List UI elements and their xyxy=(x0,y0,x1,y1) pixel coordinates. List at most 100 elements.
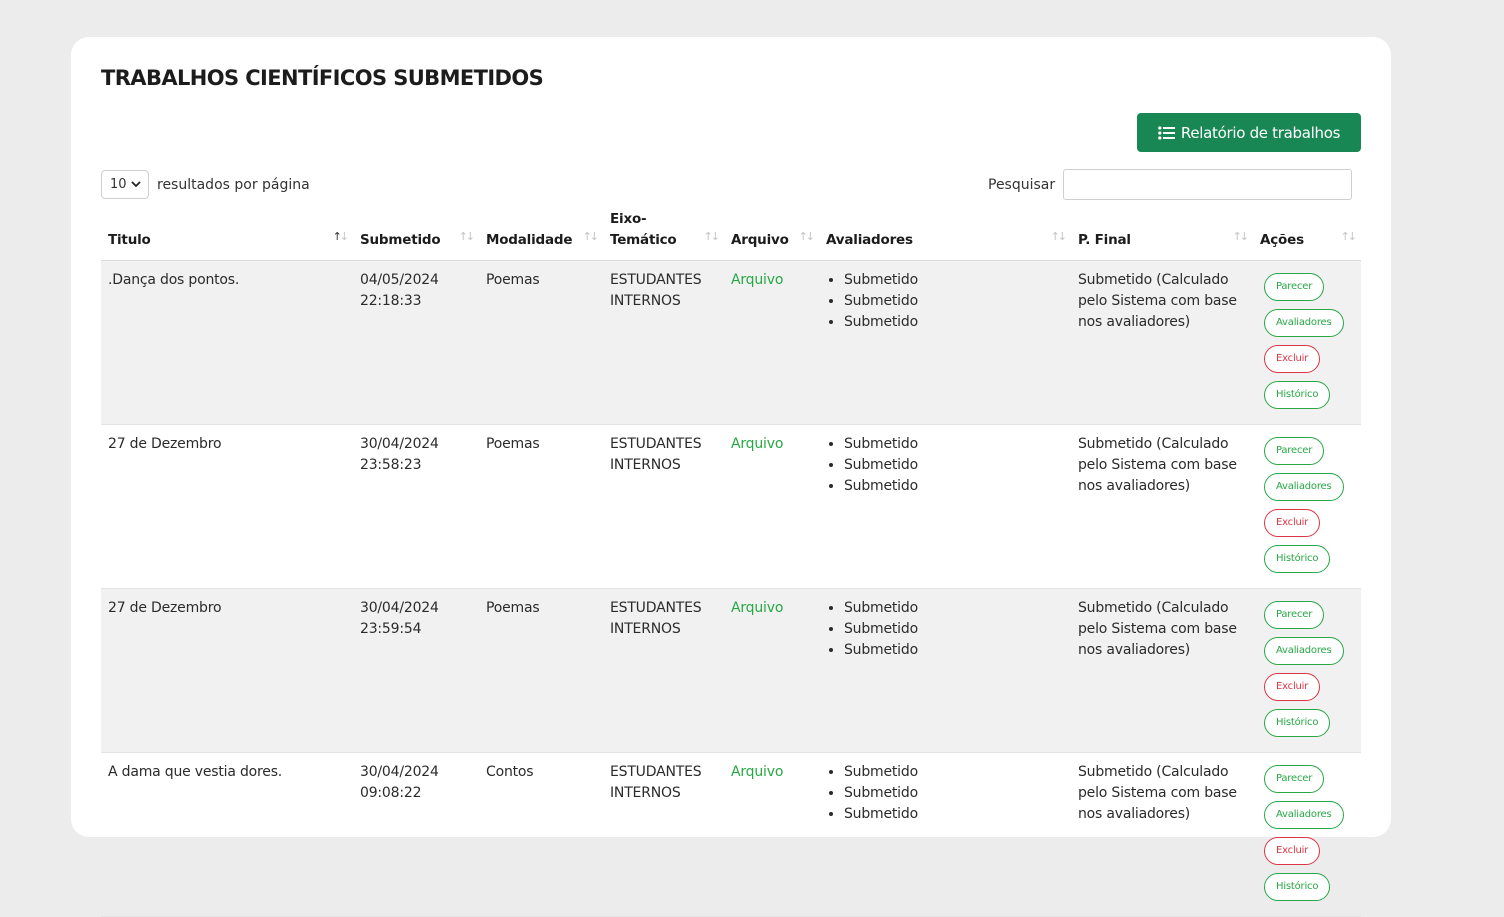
cell-eixo: ESTUDANTES INTERNOS xyxy=(603,752,724,917)
reviewer-status: Submetido xyxy=(844,598,1064,619)
column-header-label: Avaliadores xyxy=(826,232,913,248)
cell-submetido: 30/04/2024 23:59:54 xyxy=(353,588,479,753)
cell-avaliadores: Submetido Submetido Submetido xyxy=(819,588,1071,753)
historico-button[interactable]: Histórico xyxy=(1264,873,1331,901)
cell-eixo: ESTUDANTES INTERNOS xyxy=(603,424,724,589)
submitted-time: 09:08:22 xyxy=(360,785,422,801)
table-row: .Dança dos pontos. 04/05/2024 22:18:33 Po… xyxy=(101,260,1361,425)
eixo-line: ESTUDANTES xyxy=(610,600,702,616)
parecer-button[interactable]: Parecer xyxy=(1264,601,1325,629)
submitted-time: 23:59:54 xyxy=(360,621,422,637)
cell-p-final: Submetido (Calculado pelo Sistema com ba… xyxy=(1071,752,1253,917)
excluir-button[interactable]: Excluir xyxy=(1264,837,1321,865)
historico-button[interactable]: Histórico xyxy=(1264,545,1331,573)
excluir-button[interactable]: Excluir xyxy=(1264,345,1321,373)
actions-group: Parecer Avaliadores Excluir Histórico xyxy=(1260,762,1354,901)
column-header-label: Modalidade xyxy=(486,232,573,248)
column-header-modalidade[interactable]: Modalidade ↑↓ xyxy=(479,209,603,261)
column-header-label: Titulo xyxy=(108,232,151,248)
report-button-label: Relatório de trabalhos xyxy=(1180,123,1341,142)
cell-avaliadores: Submetido Submetido Submetido xyxy=(819,424,1071,589)
search-label: Pesquisar xyxy=(988,176,1056,193)
sort-asc-icon: ↑↓ xyxy=(332,230,350,243)
cell-avaliadores: Submetido Submetido Submetido xyxy=(819,260,1071,425)
reviewer-status: Submetido xyxy=(844,783,1064,804)
submitted-time: 23:58:23 xyxy=(360,457,422,473)
reviewer-list: Submetido Submetido Submetido xyxy=(826,434,1064,497)
page-title: TRABALHOS CIENTÍFICOS SUBMETIDOS xyxy=(101,66,544,90)
column-header-arquivo[interactable]: Arquivo ↑↓ xyxy=(724,209,819,261)
cell-arquivo: Arquivo xyxy=(724,260,819,425)
cell-p-final: Submetido (Calculado pelo Sistema com ba… xyxy=(1071,424,1253,589)
reviewer-status: Submetido xyxy=(844,640,1064,661)
eixo-line: ESTUDANTES xyxy=(610,272,702,288)
cell-p-final: Submetido (Calculado pelo Sistema com ba… xyxy=(1071,588,1253,753)
file-link[interactable]: Arquivo xyxy=(731,272,783,288)
cell-eixo: ESTUDANTES INTERNOS xyxy=(603,588,724,753)
cell-p-final: Submetido (Calculado pelo Sistema com ba… xyxy=(1071,260,1253,425)
eixo-line: INTERNOS xyxy=(610,457,681,473)
sort-icon: ↑↓ xyxy=(1050,230,1068,243)
column-header-avaliadores[interactable]: Avaliadores ↑↓ xyxy=(819,209,1071,261)
parecer-button[interactable]: Parecer xyxy=(1264,273,1325,301)
reviewer-list: Submetido Submetido Submetido xyxy=(826,270,1064,333)
main-card: TRABALHOS CIENTÍFICOS SUBMETIDOS Relatór… xyxy=(71,37,1391,917)
historico-button[interactable]: Histórico xyxy=(1264,381,1331,409)
reviewer-status: Submetido xyxy=(844,312,1064,333)
table-row: 27 de Dezembro 30/04/2024 23:58:23 Poemas… xyxy=(101,424,1361,589)
file-link[interactable]: Arquivo xyxy=(731,764,783,780)
column-header-p-final[interactable]: P. Final ↑↓ xyxy=(1071,209,1253,261)
file-link[interactable]: Arquivo xyxy=(731,436,783,452)
cell-arquivo: Arquivo xyxy=(724,752,819,917)
column-header-label: P. Final xyxy=(1078,232,1131,248)
report-button[interactable]: Relatório de trabalhos xyxy=(1137,113,1361,152)
cell-eixo: ESTUDANTES INTERNOS xyxy=(603,260,724,425)
list-icon xyxy=(1158,125,1175,140)
cell-submetido: 30/04/2024 09:08:22 xyxy=(353,752,479,917)
sort-icon: ↑↓ xyxy=(582,230,600,243)
avaliadores-button[interactable]: Avaliadores xyxy=(1264,473,1344,501)
eixo-line: INTERNOS xyxy=(610,785,681,801)
column-header-eixo-tematico[interactable]: Eixo-Temático ↑↓ xyxy=(603,209,724,261)
reviewer-list: Submetido Submetido Submetido xyxy=(826,762,1064,825)
avaliadores-button[interactable]: Avaliadores xyxy=(1264,637,1344,665)
search-input[interactable] xyxy=(1063,169,1353,200)
parecer-button[interactable]: Parecer xyxy=(1264,765,1325,793)
eixo-line: ESTUDANTES xyxy=(610,764,702,780)
page-length-label: resultados por página xyxy=(157,176,310,193)
column-header-label: Eixo-Temático xyxy=(610,211,677,248)
reviewer-status: Submetido xyxy=(844,455,1064,476)
excluir-button[interactable]: Excluir xyxy=(1264,509,1321,537)
excluir-button[interactable]: Excluir xyxy=(1264,673,1321,701)
cell-titulo: 27 de Dezembro xyxy=(101,424,353,589)
reviewer-status: Submetido xyxy=(844,619,1064,640)
sort-icon: ↑↓ xyxy=(458,230,476,243)
submissions-table: Titulo ↑↓ Submetido ↑↓ Modalidade ↑↓ Eixo-T… xyxy=(101,209,1361,917)
parecer-button[interactable]: Parecer xyxy=(1264,437,1325,465)
column-header-titulo[interactable]: Titulo ↑↓ xyxy=(101,209,353,261)
page-length-value: 10 xyxy=(110,177,127,192)
column-header-submetido[interactable]: Submetido ↑↓ xyxy=(353,209,479,261)
submitted-date: 30/04/2024 xyxy=(360,764,439,780)
column-header-label: Submetido xyxy=(360,232,441,248)
submitted-date: 04/05/2024 xyxy=(360,272,439,288)
cell-acoes: Parecer Avaliadores Excluir Histórico xyxy=(1253,260,1361,425)
cell-acoes: Parecer Avaliadores Excluir Histórico xyxy=(1253,588,1361,753)
page-length-select[interactable]: 10 xyxy=(101,170,149,199)
file-link[interactable]: Arquivo xyxy=(731,600,783,616)
submitted-time: 22:18:33 xyxy=(360,293,422,309)
cell-titulo: .Dança dos pontos. xyxy=(101,260,353,425)
table-row: 27 de Dezembro 30/04/2024 23:59:54 Poemas… xyxy=(101,588,1361,753)
historico-button[interactable]: Histórico xyxy=(1264,709,1331,737)
eixo-line: INTERNOS xyxy=(610,621,681,637)
eixo-line: INTERNOS xyxy=(610,293,681,309)
page-length-control: 10 resultados por página xyxy=(101,169,310,200)
avaliadores-button[interactable]: Avaliadores xyxy=(1264,801,1344,829)
column-header-acoes[interactable]: Ações ↑↓ xyxy=(1253,209,1361,261)
sort-icon: ↑↓ xyxy=(1232,230,1250,243)
reviewer-status: Submetido xyxy=(844,291,1064,312)
chevron-down-icon xyxy=(130,177,141,192)
avaliadores-button[interactable]: Avaliadores xyxy=(1264,309,1344,337)
sort-icon: ↑↓ xyxy=(703,230,721,243)
cell-avaliadores: Submetido Submetido Submetido xyxy=(819,752,1071,917)
